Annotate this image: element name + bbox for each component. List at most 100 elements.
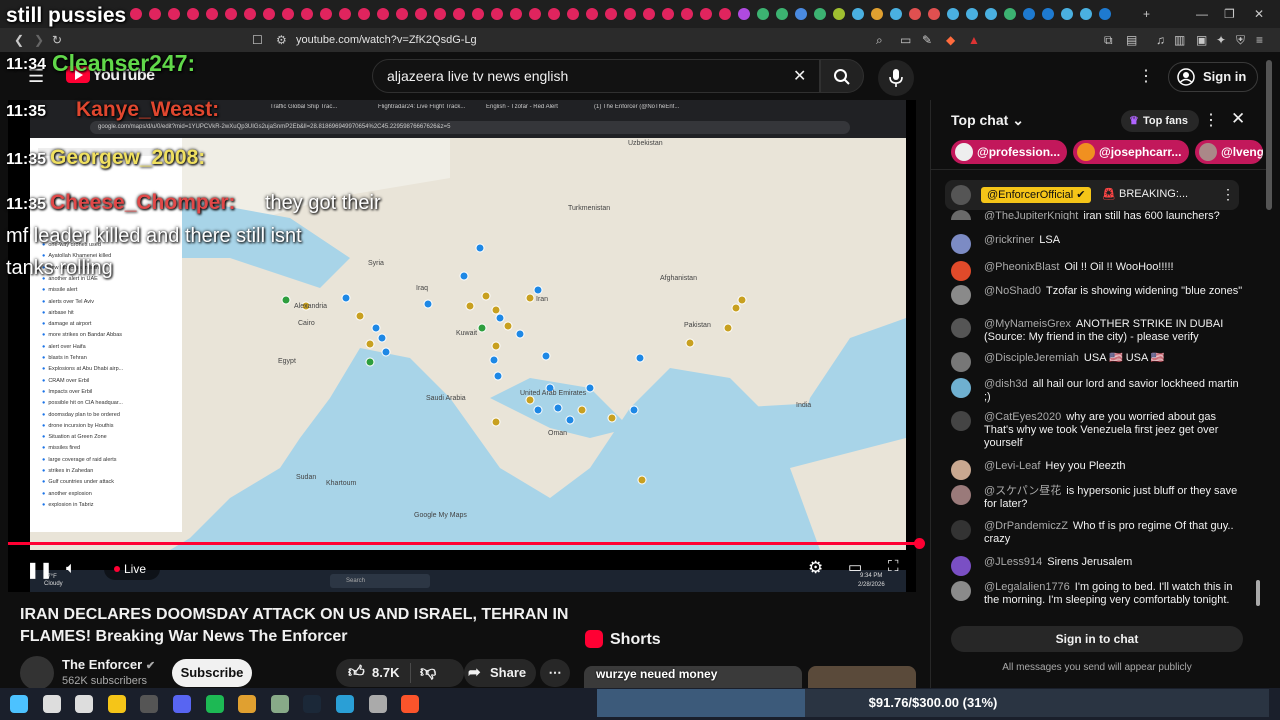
- settings-icon[interactable]: ⚙: [808, 558, 823, 578]
- chat-more-icon[interactable]: ⋮: [1203, 110, 1219, 130]
- search-button[interactable]: [820, 59, 864, 93]
- browser-tab[interactable]: [947, 8, 959, 20]
- browser-tab[interactable]: [890, 8, 902, 20]
- back-icon[interactable]: ❮: [14, 32, 24, 48]
- browser-tab[interactable]: [263, 8, 275, 20]
- progress-scrubber[interactable]: [914, 538, 925, 549]
- browser-tab[interactable]: [1004, 8, 1016, 20]
- browser-tab[interactable]: [985, 8, 997, 20]
- browser-tab[interactable]: [909, 8, 921, 20]
- browser-tab[interactable]: [282, 8, 294, 20]
- menu-icon[interactable]: ≡: [1256, 32, 1263, 48]
- chat-author[interactable]: @Levi-Leaf: [984, 460, 1040, 472]
- browser-tab[interactable]: [548, 8, 560, 20]
- browser-tab[interactable]: [244, 8, 256, 20]
- video-progress-bar[interactable]: [8, 542, 920, 545]
- browser-tab[interactable]: [681, 8, 693, 20]
- browser-tab[interactable]: [624, 8, 636, 20]
- chat-author[interactable]: @rickriner: [984, 234, 1034, 246]
- pinned-more-icon[interactable]: ⋮: [1221, 186, 1235, 203]
- site-info-icon[interactable]: ⚙: [276, 32, 287, 48]
- obs-icon[interactable]: [140, 695, 159, 713]
- chat-mode-selector[interactable]: Top chat ⌄: [951, 112, 1024, 129]
- browser-tab[interactable]: [529, 8, 541, 20]
- page-scrollbar[interactable]: [1266, 60, 1272, 210]
- leo-icon[interactable]: ✦: [1216, 32, 1226, 48]
- browser-tab[interactable]: [643, 8, 655, 20]
- chat-author[interactable]: @JLess914: [984, 556, 1042, 568]
- chat-avatar[interactable]: [951, 460, 971, 480]
- dislike-icon[interactable]: 👎︎: [420, 659, 436, 687]
- browser-tab[interactable]: [320, 8, 332, 20]
- chat-author[interactable]: @DiscipleJeremiah: [984, 352, 1079, 364]
- ticker-item-1[interactable]: @profession...: [951, 140, 1067, 164]
- browser-tab[interactable]: [472, 8, 484, 20]
- live-badge[interactable]: Live: [104, 558, 160, 580]
- browser-tab[interactable]: [700, 8, 712, 20]
- sign-in-button[interactable]: Sign in: [1168, 62, 1258, 92]
- browser-tab[interactable]: [225, 8, 237, 20]
- chrome-icon[interactable]: [238, 695, 257, 713]
- miniplayer-icon[interactable]: ▭: [848, 558, 862, 576]
- browser-tab[interactable]: [301, 8, 313, 20]
- browser-tab[interactable]: [1061, 8, 1073, 20]
- spotify-icon[interactable]: [205, 695, 224, 713]
- chat-avatar[interactable]: [951, 234, 971, 254]
- file-explorer-icon[interactable]: [107, 695, 126, 713]
- browser-tab[interactable]: [738, 8, 750, 20]
- browser-tab[interactable]: [187, 8, 199, 20]
- chat-avatar[interactable]: [951, 485, 971, 505]
- chat-avatar[interactable]: [951, 210, 971, 220]
- chat-avatar[interactable]: [951, 352, 971, 372]
- browser-tab[interactable]: [1099, 8, 1111, 20]
- chat-author[interactable]: @スケパン昼花: [984, 485, 1061, 497]
- browser-tab[interactable]: [339, 8, 351, 20]
- maximize-icon[interactable]: ❐: [1224, 6, 1235, 22]
- close-window-icon[interactable]: ✕: [1254, 6, 1264, 22]
- browser-tab[interactable]: [168, 8, 180, 20]
- browser-tab[interactable]: [434, 8, 446, 20]
- app-icon[interactable]: [368, 695, 387, 713]
- extensions-icon[interactable]: ⧉: [1104, 32, 1113, 48]
- app-icon[interactable]: [270, 695, 289, 713]
- task-view-icon[interactable]: [75, 695, 94, 713]
- browser-tab[interactable]: [567, 8, 579, 20]
- like-icon[interactable]: 👍︎: [348, 659, 365, 687]
- browser-tab[interactable]: [852, 8, 864, 20]
- browser-tab[interactable]: [586, 8, 598, 20]
- chat-author[interactable]: @DrPandemiczZ: [984, 520, 1068, 532]
- clear-search-icon[interactable]: ✕: [793, 66, 806, 86]
- browser-tab[interactable]: [814, 8, 826, 20]
- minimize-icon[interactable]: —: [1196, 6, 1208, 22]
- browser-tab[interactable]: [795, 8, 807, 20]
- ticker-item-2[interactable]: @josephcarr...: [1073, 140, 1189, 164]
- forward-icon[interactable]: ❯: [34, 32, 44, 48]
- windows-start-icon[interactable]: [10, 695, 28, 713]
- ticker-item-3[interactable]: @lveng: [1195, 140, 1263, 164]
- browser-tab[interactable]: [719, 8, 731, 20]
- close-chat-icon[interactable]: ✕: [1231, 109, 1245, 129]
- pinned-message[interactable]: @EnforcerOfficial ✔ 🚨︎ BREAKING:... ⋮: [945, 180, 1239, 210]
- browser-tab[interactable]: [453, 8, 465, 20]
- browser-tab[interactable]: [1042, 8, 1054, 20]
- chat-avatar[interactable]: [951, 556, 971, 576]
- brave-icon[interactable]: [401, 695, 420, 713]
- reader-icon[interactable]: ▤: [1126, 32, 1137, 48]
- zoom-icon[interactable]: ⌕: [876, 32, 883, 48]
- voice-search-button[interactable]: [878, 60, 914, 96]
- chat-avatar[interactable]: [951, 378, 971, 398]
- chat-author[interactable]: @NoShad0: [984, 285, 1041, 297]
- chat-avatar[interactable]: [951, 261, 971, 281]
- chat-avatar[interactable]: [951, 581, 971, 601]
- short-thumbnail-1[interactable]: wurzye neued money: [584, 666, 802, 688]
- browser-tab[interactable]: [149, 8, 161, 20]
- new-tab-icon[interactable]: +: [1143, 6, 1150, 22]
- chat-avatar[interactable]: [951, 411, 971, 431]
- channel-avatar[interactable]: [20, 656, 54, 690]
- discord-icon[interactable]: [173, 695, 191, 713]
- browser-tab[interactable]: [377, 8, 389, 20]
- browser-tab[interactable]: [396, 8, 408, 20]
- browser-tab[interactable]: [358, 8, 370, 20]
- share-page-icon[interactable]: ✎: [922, 32, 932, 48]
- chat-avatar[interactable]: [951, 520, 971, 540]
